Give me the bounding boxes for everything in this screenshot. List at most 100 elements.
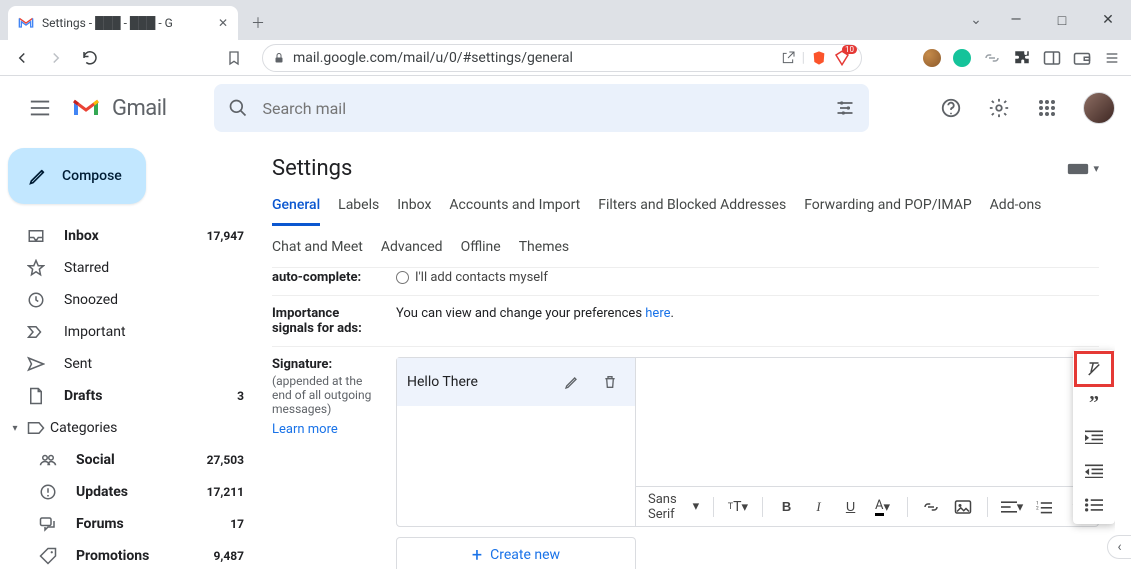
edit-signature-button[interactable] bbox=[557, 367, 587, 397]
tab-labels[interactable]: Labels bbox=[338, 193, 379, 217]
input-tools-button[interactable]: ▾ bbox=[1067, 162, 1099, 176]
bulleted-list-button[interactable] bbox=[1075, 488, 1113, 522]
new-tab-button[interactable]: ＋ bbox=[244, 9, 272, 37]
share-icon[interactable] bbox=[780, 50, 796, 66]
sidebar-item-sent[interactable]: Sent bbox=[8, 348, 256, 380]
tab-dropdown-icon[interactable]: ⌄ bbox=[959, 0, 993, 40]
tab-chat-and-meet[interactable]: Chat and Meet bbox=[272, 235, 363, 259]
plus-icon: + bbox=[472, 545, 482, 566]
window-controls: ⌄ ― □ ✕ bbox=[959, 0, 1131, 40]
categories-toggle[interactable]: ▾ Categories bbox=[8, 412, 256, 444]
sidebar: Compose Inbox17,947 Starred Snoozed Importa… bbox=[0, 140, 256, 569]
search-input[interactable] bbox=[262, 99, 821, 118]
italic-button[interactable]: I bbox=[805, 493, 833, 521]
link-extension-icon[interactable] bbox=[981, 47, 1003, 69]
signature-name: Hello There bbox=[407, 374, 549, 390]
tab-add-ons[interactable]: Add-ons bbox=[990, 193, 1042, 217]
indent-increase-button[interactable] bbox=[1075, 420, 1113, 454]
underline-button[interactable]: U bbox=[837, 493, 865, 521]
remove-formatting-button[interactable] bbox=[1075, 352, 1113, 386]
importance-label: Importance signals for ads: bbox=[272, 306, 382, 336]
settings-button[interactable] bbox=[979, 88, 1019, 128]
sidebar-item-forums[interactable]: Forums17 bbox=[8, 508, 256, 540]
search-options-icon[interactable] bbox=[835, 98, 855, 118]
search-bar[interactable] bbox=[214, 84, 869, 132]
sidebar-item-label: Important bbox=[64, 324, 226, 340]
importance-here-link[interactable]: here bbox=[645, 306, 670, 321]
tab-accounts-and-import[interactable]: Accounts and Import bbox=[449, 193, 580, 217]
auto-complete-option[interactable]: I'll add contacts myself bbox=[396, 270, 548, 285]
grammarly-extension-icon[interactable] bbox=[951, 47, 973, 69]
sidebar-item-drafts[interactable]: Drafts3 bbox=[8, 380, 256, 412]
close-window-button[interactable]: ✕ bbox=[1085, 0, 1131, 40]
sidebar-item-important[interactable]: Important bbox=[8, 316, 256, 348]
sidebar-item-label: Starred bbox=[64, 260, 226, 276]
apps-button[interactable] bbox=[1027, 88, 1067, 128]
tab-close-icon[interactable]: ✕ bbox=[218, 16, 228, 30]
settings-tabs: General Labels Inbox Accounts and Import Fil… bbox=[272, 193, 1099, 268]
wallet-icon[interactable] bbox=[1071, 47, 1093, 69]
back-button[interactable] bbox=[8, 44, 36, 72]
tab-forwarding-and-pop-imap[interactable]: Forwarding and POP/IMAP bbox=[804, 193, 971, 217]
cookie-extension-icon[interactable] bbox=[921, 47, 943, 69]
extensions-puzzle-icon[interactable] bbox=[1011, 47, 1033, 69]
sidebar-item-promotions[interactable]: Promotions9,487 bbox=[8, 540, 256, 572]
tab-offline[interactable]: Offline bbox=[461, 235, 501, 259]
side-panel-toggle[interactable]: ‹ bbox=[1107, 535, 1131, 559]
signature-list: Hello There bbox=[396, 357, 636, 527]
sidebar-item-updates[interactable]: Updates17,211 bbox=[8, 476, 256, 508]
signature-item[interactable]: Hello There bbox=[397, 358, 635, 406]
delete-signature-button[interactable] bbox=[595, 367, 625, 397]
sidebar-item-starred[interactable]: Starred bbox=[8, 252, 256, 284]
browser-menu-icon[interactable] bbox=[1101, 47, 1123, 69]
text-color-button[interactable]: A▾ bbox=[869, 493, 897, 521]
insert-image-button[interactable] bbox=[949, 493, 977, 521]
sidebar-item-count: 17 bbox=[230, 517, 244, 531]
browser-toolbar: mail.google.com/mail/u/0/#settings/gener… bbox=[0, 40, 1131, 76]
sidebar-item-count: 3 bbox=[237, 389, 244, 403]
signature-textarea[interactable] bbox=[636, 358, 1098, 486]
sidepanel-icon[interactable] bbox=[1041, 47, 1063, 69]
forward-button[interactable] bbox=[42, 44, 70, 72]
align-button[interactable]: ▾ bbox=[998, 493, 1026, 521]
font-size-button[interactable]: TT▾ bbox=[724, 493, 752, 521]
quote-button[interactable]: ” bbox=[1075, 386, 1113, 420]
signature-description: (appended at the end of all outgoing mes… bbox=[272, 374, 382, 416]
caret-down-icon: ▾ bbox=[1093, 162, 1099, 175]
caret-down-icon: ▾ bbox=[8, 423, 22, 434]
main-menu-button[interactable] bbox=[16, 84, 64, 132]
sidebar-item-social[interactable]: Social27,503 bbox=[8, 444, 256, 476]
indent-decrease-button[interactable] bbox=[1075, 454, 1113, 488]
tab-themes[interactable]: Themes bbox=[519, 235, 569, 259]
gmail-logo-icon[interactable] bbox=[72, 97, 100, 119]
numbered-list-button[interactable]: 12 bbox=[1030, 493, 1058, 521]
browser-tab-strip: Settings - ███ - ███ - G ✕ ＋ ⌄ ― □ ✕ bbox=[0, 0, 1131, 40]
font-select[interactable]: Sans Serif ▾ bbox=[644, 492, 703, 522]
create-new-signature-button[interactable]: + Create new bbox=[396, 537, 636, 569]
updates-icon bbox=[38, 483, 58, 501]
brave-icon[interactable] bbox=[811, 49, 827, 67]
tab-advanced[interactable]: Advanced bbox=[381, 235, 443, 259]
sidebar-item-snoozed[interactable]: Snoozed bbox=[8, 284, 256, 316]
account-avatar[interactable] bbox=[1083, 92, 1115, 124]
tab-filters-and-blocked-addresses[interactable]: Filters and Blocked Addresses bbox=[598, 193, 786, 217]
sidebar-item-inbox[interactable]: Inbox17,947 bbox=[8, 220, 256, 252]
sidebar-item-label: Updates bbox=[76, 484, 189, 500]
learn-more-link[interactable]: Learn more bbox=[272, 422, 382, 437]
compose-button[interactable]: Compose bbox=[8, 148, 146, 204]
header-actions bbox=[931, 88, 1115, 128]
address-bar[interactable]: mail.google.com/mail/u/0/#settings/gener… bbox=[262, 44, 862, 72]
auto-complete-radio[interactable] bbox=[396, 271, 409, 284]
brave-shields-icon[interactable]: 10 bbox=[833, 49, 851, 67]
bold-button[interactable]: B bbox=[773, 493, 801, 521]
browser-tab[interactable]: Settings - ███ - ███ - G ✕ bbox=[8, 6, 238, 40]
tab-general[interactable]: General bbox=[272, 193, 320, 226]
tab-inbox[interactable]: Inbox bbox=[397, 193, 431, 217]
insert-link-button[interactable] bbox=[917, 493, 945, 521]
bookmark-button[interactable] bbox=[220, 44, 248, 72]
sidebar-item-label: Inbox bbox=[64, 228, 189, 244]
minimize-button[interactable]: ― bbox=[993, 0, 1039, 40]
maximize-button[interactable]: □ bbox=[1039, 0, 1085, 40]
reload-button[interactable] bbox=[76, 44, 104, 72]
support-button[interactable] bbox=[931, 88, 971, 128]
